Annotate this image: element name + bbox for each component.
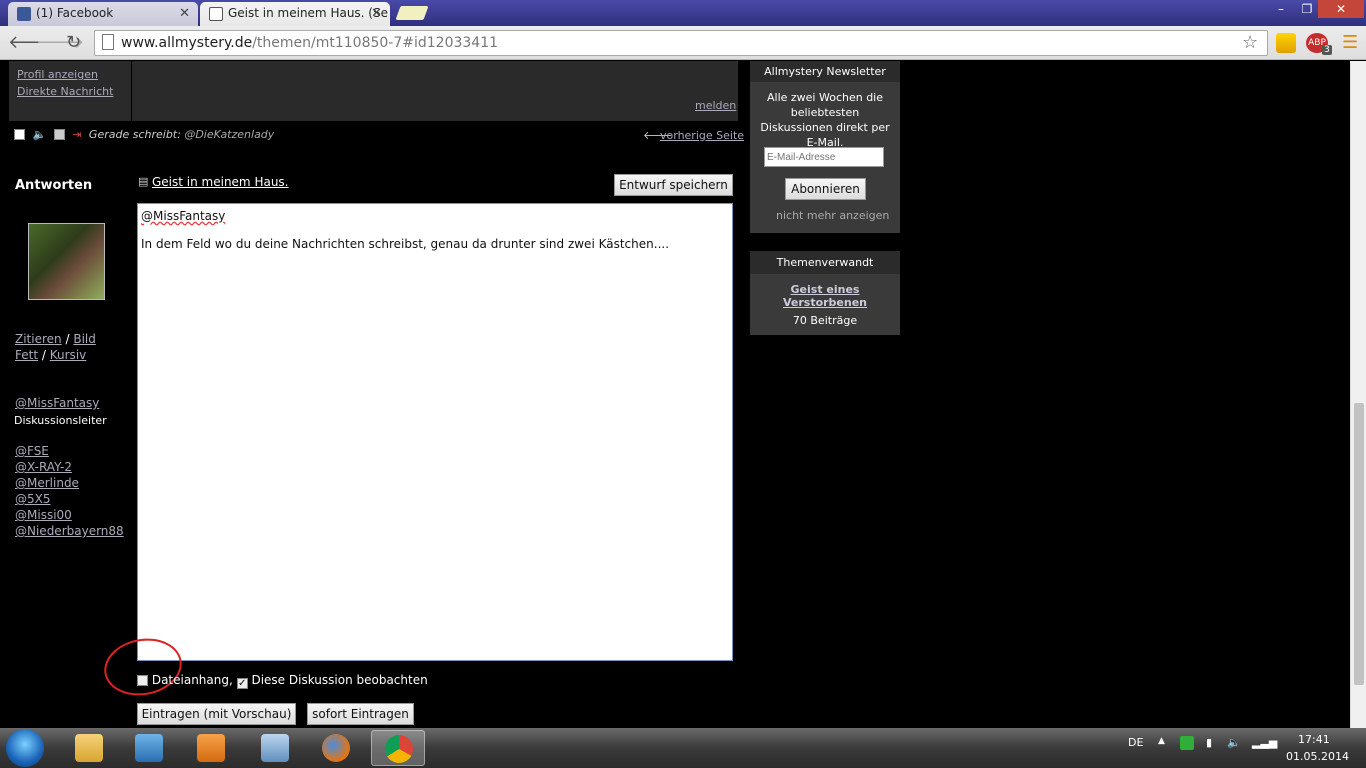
participant-link[interactable]: @FSE xyxy=(15,444,49,458)
facebook-icon xyxy=(17,7,31,21)
previous-page-link[interactable]: vorherige Seite xyxy=(660,129,744,142)
report-link[interactable]: melden xyxy=(695,99,736,112)
submit-now-button[interactable]: sofort Eintragen xyxy=(307,703,414,725)
show-hidden-icons-icon[interactable]: ▲ xyxy=(1158,736,1165,746)
attachment-checkbox[interactable] xyxy=(137,675,148,686)
direct-message-link[interactable]: Direkte Nachricht xyxy=(17,85,113,98)
reply-textarea[interactable]: @MissFantasy In dem Feld wo du deine Nac… xyxy=(137,203,733,661)
format-row-1: Zitieren / Bild xyxy=(15,332,96,346)
moderator-role: Diskussionsleiter xyxy=(14,414,107,427)
typing-label: Gerade schreibt: xyxy=(88,128,181,141)
url-path: /themen/mt110850-7#id12033411 xyxy=(252,35,499,51)
avatar xyxy=(28,223,105,300)
profile-box: Profil anzeigen Direkte Nachricht melden xyxy=(9,61,738,121)
menu-icon[interactable]: ☰ xyxy=(1342,32,1358,53)
page-scrollbar[interactable] xyxy=(1350,61,1366,728)
address-bar[interactable]: www.allmystery.de/themen/mt110850-7#id12… xyxy=(94,30,1268,56)
newsletter-title: Allmystery Newsletter xyxy=(750,61,900,82)
firefox-icon xyxy=(322,734,350,762)
post-options: Dateianhang, ✓ Diese Diskussion beobacht… xyxy=(137,673,428,689)
language-indicator[interactable]: DE xyxy=(1128,736,1143,749)
explorer-taskbar-button[interactable] xyxy=(62,730,116,766)
close-tab-icon[interactable]: ✕ xyxy=(371,6,382,21)
image-link[interactable]: Bild xyxy=(73,332,96,346)
moderator-link[interactable]: @MissFantasy xyxy=(15,396,99,410)
participant-link[interactable]: @Merlinde xyxy=(15,476,79,490)
topic-link[interactable]: Geist in meinem Haus. xyxy=(152,175,289,189)
related-title: Themenverwandt xyxy=(750,251,900,274)
format-row-2: Fett / Kursiv xyxy=(15,348,87,362)
submit-preview-button[interactable]: Eintragen (mit Vorschau) xyxy=(137,703,296,725)
start-button[interactable] xyxy=(6,729,44,767)
clock-time[interactable]: 17:41 xyxy=(1298,733,1330,746)
folder-icon xyxy=(75,734,103,762)
participant-link[interactable]: @X-RAY-2 xyxy=(15,460,72,474)
page-icon xyxy=(102,34,114,50)
related-box: Themenverwandt Geist eines Verstorbenen … xyxy=(750,251,900,335)
chrome-icon xyxy=(385,735,413,763)
close-window-button[interactable]: ✕ xyxy=(1318,0,1364,18)
document-icon: ▤ xyxy=(138,175,149,188)
volume-icon[interactable]: 🔈 xyxy=(1227,736,1241,749)
photos-taskbar-button[interactable] xyxy=(248,730,302,766)
battery-icon[interactable]: ▮ xyxy=(1206,736,1212,749)
network-app-icon[interactable] xyxy=(1180,736,1194,750)
tab-label: Geist in meinem Haus. (Se xyxy=(228,6,388,20)
related-count: 70 Beiträge xyxy=(792,314,858,327)
newsletter-text: Alle zwei Wochen die beliebtesten Diskus… xyxy=(760,91,890,149)
speaker-icon[interactable]: 🔈 xyxy=(33,128,47,141)
adblock-badge: 3 xyxy=(1322,45,1332,55)
tab-facebook[interactable]: (1) Facebook ✕ xyxy=(8,2,198,26)
signal-icon[interactable]: ▂▃▅ xyxy=(1252,736,1277,749)
tab-geist[interactable]: Geist in meinem Haus. (Se ✕ xyxy=(200,2,390,26)
watch-label: Diese Diskussion beobachten xyxy=(251,673,428,687)
page-icon xyxy=(209,7,223,21)
save-draft-button[interactable]: Entwurf speichern xyxy=(614,174,733,196)
office-icon xyxy=(197,734,225,762)
related-topic-link[interactable]: Geist eines Verstorbenen xyxy=(750,274,900,309)
media-player-taskbar-button[interactable] xyxy=(122,730,176,766)
bookmark-star-icon[interactable]: ☆ xyxy=(1242,32,1258,53)
photos-icon xyxy=(261,734,289,762)
media-player-icon xyxy=(135,734,163,762)
bold-link[interactable]: Fett xyxy=(15,348,38,362)
exit-icon[interactable]: ⇥ xyxy=(72,128,81,141)
attachment-label: Dateianhang, xyxy=(151,673,233,687)
participant-link[interactable]: @Missi00 xyxy=(15,508,72,522)
email-input[interactable] xyxy=(764,147,884,167)
browser-tabbar: (1) Facebook ✕ Geist in meinem Haus. (Se… xyxy=(0,0,1366,26)
reload-icon[interactable]: ↻ xyxy=(66,32,81,53)
italic-link[interactable]: Kursiv xyxy=(50,348,87,362)
close-tab-icon[interactable]: ✕ xyxy=(179,6,190,21)
editor-text: In dem Feld wo du deine Nachrichten schr… xyxy=(141,237,670,251)
typing-user: @DieKatzenlady xyxy=(184,128,275,141)
subscribe-button[interactable]: Abonnieren xyxy=(785,178,866,200)
clock-date[interactable]: 01.05.2014 xyxy=(1286,750,1349,763)
reply-title: Antworten xyxy=(15,178,93,193)
watch-checkbox[interactable]: ✓ xyxy=(236,678,248,689)
view-profile-link[interactable]: Profil anzeigen xyxy=(17,68,98,81)
windows-taskbar: DE ▲ ▮ 🔈 ▂▃▅ 17:41 01.05.2014 xyxy=(0,728,1366,768)
extension-icon[interactable] xyxy=(1276,33,1296,53)
tab-label: (1) Facebook xyxy=(36,6,114,20)
participant-link[interactable]: @Niederbayern88 xyxy=(15,524,124,538)
scrollbar-thumb[interactable] xyxy=(1354,403,1364,685)
checked-box-icon[interactable] xyxy=(53,129,65,140)
url-host: www.allmystery.de xyxy=(121,35,253,51)
firefox-taskbar-button[interactable] xyxy=(309,730,363,766)
chrome-taskbar-button[interactable] xyxy=(371,730,425,766)
new-tab-button[interactable] xyxy=(395,6,429,20)
status-bar: 🔈 ⇥ Gerade schreibt: @DieKatzenlady xyxy=(14,128,274,141)
quote-link[interactable]: Zitieren xyxy=(15,332,62,346)
dismiss-link[interactable]: nicht mehr anzeigen xyxy=(776,209,889,222)
editor-mention: @MissFantasy xyxy=(141,209,226,223)
participant-link[interactable]: @5X5 xyxy=(15,492,51,506)
page-content: Profil anzeigen Direkte Nachricht melden… xyxy=(0,61,1350,728)
office-taskbar-button[interactable] xyxy=(184,730,238,766)
checkbox-icon[interactable] xyxy=(14,129,25,140)
